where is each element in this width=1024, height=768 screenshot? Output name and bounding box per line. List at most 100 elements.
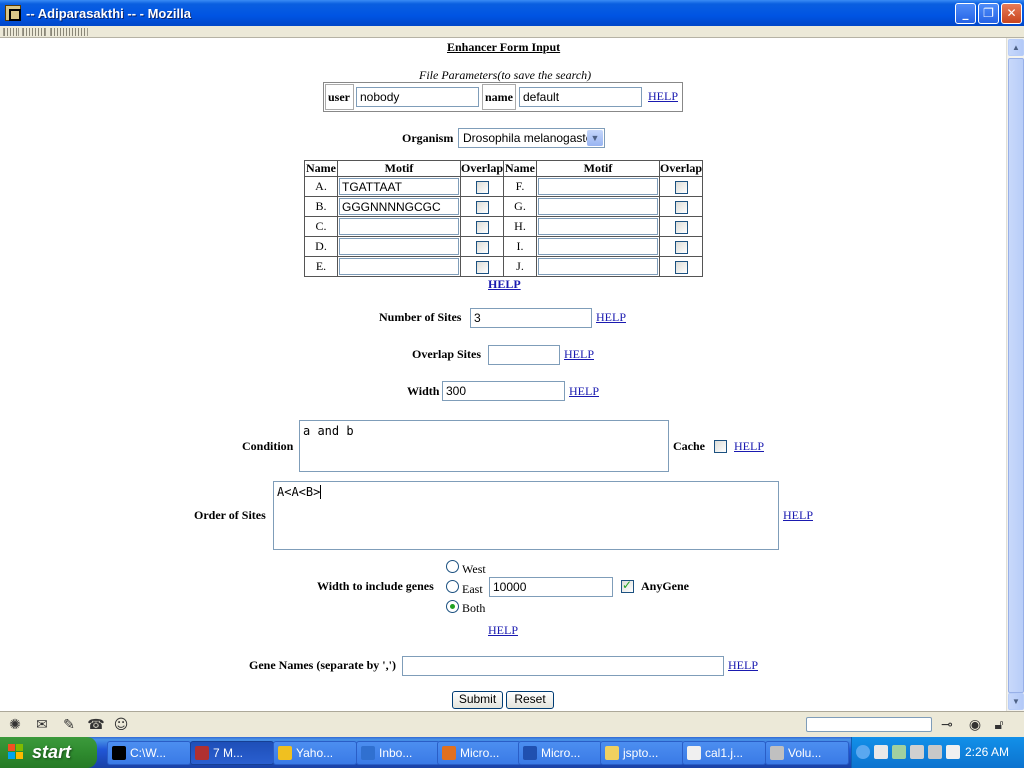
reset-button[interactable]: Reset — [506, 691, 554, 709]
tray-network-icon[interactable] — [874, 745, 888, 759]
gene-names-help-link[interactable]: HELP — [728, 658, 758, 673]
number-of-sites-field[interactable]: 3 — [470, 308, 592, 328]
organism-label: Organism — [402, 131, 454, 145]
submit-button[interactable]: Submit — [452, 691, 503, 709]
taskbar-button[interactable]: Inbo... — [356, 741, 440, 765]
motif-field[interactable] — [538, 198, 658, 215]
motif-field[interactable] — [538, 238, 658, 255]
overlap-checkbox[interactable] — [475, 220, 489, 234]
security-lock-icon[interactable]: 🔓︎ — [990, 717, 1008, 733]
irc-chat-icon[interactable]: ☺ — [112, 717, 130, 733]
composer-icon[interactable]: ✎ — [60, 717, 78, 733]
motif-field[interactable] — [538, 218, 658, 235]
header-name-left: Name — [304, 160, 338, 177]
number-of-sites-help-link[interactable]: HELP — [596, 310, 626, 325]
width-field[interactable]: 300 — [442, 381, 565, 401]
overlap-checkbox[interactable] — [475, 200, 489, 214]
west-radio-label: West — [462, 562, 486, 576]
motif-field[interactable]: TGATTAAT — [339, 178, 459, 195]
cache-checkbox[interactable] — [714, 440, 727, 453]
overlap-sites-field[interactable] — [488, 345, 560, 365]
gene-names-field[interactable] — [402, 656, 724, 676]
taskbar-button[interactable]: Micro... — [518, 741, 602, 765]
navigator-icon[interactable]: ✺ — [6, 717, 24, 733]
taskbar-button[interactable]: jspto... — [600, 741, 684, 765]
anygene-checkbox[interactable] — [621, 578, 634, 593]
progress-bar — [806, 717, 932, 732]
taskbar-button[interactable]: cal1.j... — [682, 741, 766, 765]
taskbar-app-icon — [442, 746, 456, 760]
both-radio[interactable] — [446, 600, 459, 613]
page-title: Enhancer Form Input — [447, 40, 561, 54]
file-params-caption: File Parameters(to save the search) — [419, 68, 592, 82]
overlap-checkbox[interactable] — [674, 220, 688, 234]
addressbook-icon[interactable]: ☎ — [87, 717, 105, 733]
taskbar-app-icon — [605, 746, 619, 760]
motif-row: C. H. — [304, 216, 703, 237]
tray-app-icon[interactable] — [892, 745, 906, 759]
tray-volume-icon[interactable] — [910, 745, 924, 759]
east-radio[interactable] — [446, 580, 459, 593]
taskbar-button-label: cal1.j... — [705, 746, 744, 760]
anygene-label: AnyGene — [641, 579, 689, 593]
toolbar-grip-3[interactable] — [50, 28, 88, 36]
mozilla-app-icon[interactable] — [5, 5, 21, 21]
overlap-cell — [659, 236, 703, 257]
taskbar-button[interactable]: Micro... — [437, 741, 521, 765]
order-of-sites-help-link[interactable]: HELP — [783, 508, 813, 523]
file-params-help-link[interactable]: HELP — [648, 89, 678, 104]
motif-help-link[interactable]: HELP — [488, 277, 521, 292]
toolbar-grip-2[interactable] — [22, 28, 46, 36]
overlap-checkbox[interactable] — [475, 240, 489, 254]
motif-name: E. — [304, 256, 338, 277]
overlap-checkbox[interactable] — [475, 180, 489, 194]
motif-field[interactable]: GGGNNNNGCGC — [339, 198, 459, 215]
start-button[interactable]: start — [0, 737, 97, 768]
overlap-checkbox[interactable] — [674, 180, 688, 194]
tray-connection-icon[interactable] — [946, 745, 960, 759]
taskbar-button-label: Micro... — [460, 746, 500, 760]
organism-select[interactable]: Drosophila melanogaster ▼ — [458, 128, 605, 148]
minimize-button[interactable]: _ — [955, 3, 976, 24]
online-status-icon[interactable]: ⊸ — [938, 717, 956, 733]
maximize-button[interactable]: ❐ — [978, 3, 999, 24]
scroll-thumb[interactable] — [1008, 58, 1024, 693]
gene-names-label: Gene Names (separate by ',') — [249, 658, 396, 672]
close-button[interactable]: ✕ — [1001, 3, 1022, 24]
motif-cell — [536, 176, 660, 197]
motif-field[interactable] — [339, 238, 459, 255]
toolbar-grip-1[interactable] — [3, 28, 19, 36]
condition-textarea[interactable]: a and b — [299, 420, 669, 472]
motif-field[interactable] — [538, 258, 658, 275]
taskbar-button[interactable]: 7 M... — [190, 741, 274, 765]
overlap-sites-help-link[interactable]: HELP — [564, 347, 594, 362]
scroll-down-arrow-icon[interactable]: ▼ — [1008, 693, 1024, 710]
overlap-checkbox[interactable] — [674, 240, 688, 254]
vertical-scrollbar[interactable]: ▲ ▼ — [1006, 38, 1024, 711]
chevron-down-icon[interactable]: ▼ — [587, 130, 603, 146]
name-field[interactable]: default — [519, 87, 642, 107]
width-help-link[interactable]: HELP — [569, 384, 599, 399]
taskbar-button[interactable]: Yaho... — [273, 741, 357, 765]
overlap-checkbox[interactable] — [674, 200, 688, 214]
overlap-checkbox[interactable] — [475, 260, 489, 274]
header-motif-right: Motif — [536, 160, 660, 177]
width-genes-help-link[interactable]: HELP — [488, 623, 518, 638]
overlap-checkbox[interactable] — [674, 260, 688, 274]
west-radio[interactable] — [446, 560, 459, 573]
taskbar-button[interactable]: Volu... — [765, 741, 849, 765]
motif-field[interactable] — [339, 258, 459, 275]
scroll-up-arrow-icon[interactable]: ▲ — [1008, 39, 1024, 56]
mail-icon[interactable]: ✉ — [33, 717, 51, 733]
tray-monitor-icon[interactable] — [928, 745, 942, 759]
order-of-sites-textarea[interactable]: A<A<B> — [273, 481, 779, 550]
taskbar-button[interactable]: C:\W... — [107, 741, 191, 765]
gene-width-field[interactable]: 10000 — [489, 577, 613, 597]
window-titlebar[interactable]: -- Adiparasakthi -- - Mozilla _ ❐ ✕ — [0, 0, 1024, 26]
user-field[interactable]: nobody — [356, 87, 479, 107]
tray-expand-icon[interactable] — [856, 745, 870, 759]
overlap-cell — [659, 196, 703, 217]
motif-field[interactable] — [339, 218, 459, 235]
cache-help-link[interactable]: HELP — [734, 439, 764, 454]
motif-field[interactable] — [538, 178, 658, 195]
